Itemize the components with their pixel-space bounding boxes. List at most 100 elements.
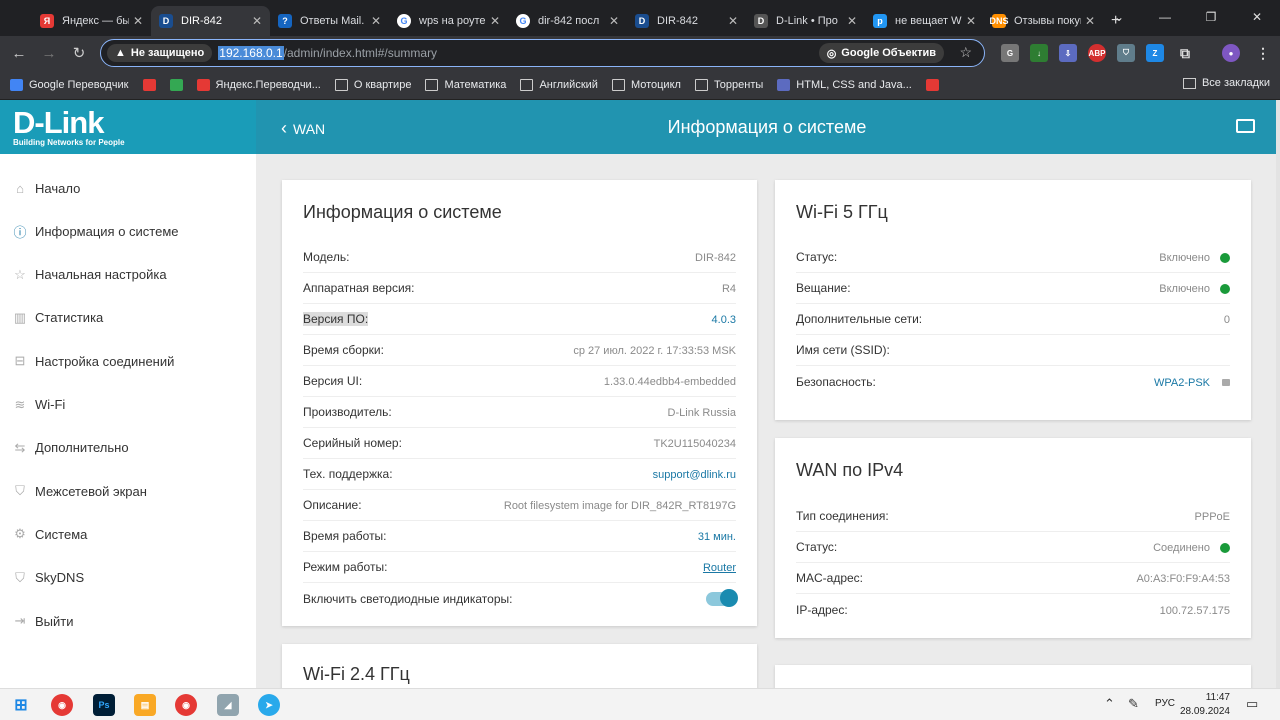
reload-icon[interactable]: ↻ — [64, 44, 94, 62]
led-toggle[interactable] — [706, 588, 738, 607]
sidebar-item[interactable]: ☆ Начальная настройка — [12, 267, 166, 283]
favicon-icon: G — [516, 14, 530, 28]
telegram-icon[interactable]: ➤ — [258, 694, 280, 716]
browser-tab[interactable]: D DIR-842 ✕ — [627, 6, 746, 36]
close-icon[interactable]: ✕ — [1234, 0, 1280, 34]
sidebar-item[interactable]: ▥ Статистика — [12, 310, 103, 326]
security-indicator[interactable]: ▲ Не защищено — [107, 44, 213, 62]
extension-icon[interactable]: Z — [1146, 44, 1164, 62]
bookmark-item[interactable] — [925, 78, 945, 91]
bookmark-item[interactable]: Яндекс.Переводчи... — [196, 78, 321, 91]
browser-tab[interactable]: ? Ответы Mail. ✕ — [270, 6, 389, 36]
row-value[interactable]: Router — [703, 562, 736, 574]
extensions-puzzle-icon[interactable]: ⧉ — [1176, 44, 1194, 62]
clock[interactable]: 11:47 28.09.2024 — [1180, 691, 1230, 719]
notifications-icon[interactable]: ▭ — [1246, 696, 1258, 712]
sidebar-item[interactable]: ⇥ Выйти — [12, 613, 74, 629]
file-explorer-icon[interactable]: ▤ — [134, 694, 156, 716]
row-value[interactable]: 31 мин. — [698, 531, 736, 543]
app-icon[interactable]: ◢ — [217, 694, 239, 716]
page-scrollbar[interactable] — [1276, 100, 1280, 688]
close-tab-icon[interactable]: ✕ — [1085, 14, 1095, 28]
windows-start-icon[interactable]: ⊞ — [10, 694, 32, 716]
row-value: 100.72.57.175 — [1159, 604, 1230, 617]
close-tab-icon[interactable]: ✕ — [847, 14, 857, 28]
download-icon[interactable]: ⇩ — [1059, 44, 1077, 62]
bookmark-item[interactable]: HTML, CSS and Java... — [777, 78, 912, 91]
browser-tab[interactable]: D DIR-842 ✕ — [151, 6, 270, 36]
chevron-down-icon[interactable]: ⌄ — [1096, 0, 1142, 34]
sidebar-item[interactable]: ⊟ Настройка соединений — [12, 353, 175, 369]
folder-icon — [611, 78, 625, 91]
mail-icon[interactable] — [1236, 119, 1255, 133]
close-tab-icon[interactable]: ✕ — [728, 14, 738, 28]
pen-icon[interactable]: ✎ — [1128, 696, 1139, 712]
info-row: MAC-адрес: A0:A3:F0:F9:A4:53 — [796, 563, 1230, 594]
browser-tab[interactable]: DNS Отзывы покуп ✕ — [984, 6, 1103, 36]
back-link[interactable]: ‹ WAN — [281, 118, 325, 139]
close-tab-icon[interactable]: ✕ — [371, 14, 381, 28]
close-tab-icon[interactable]: ✕ — [966, 14, 976, 28]
maximize-icon[interactable]: ❐ — [1188, 0, 1234, 34]
minimize-icon[interactable]: — — [1142, 0, 1188, 34]
bookmark-item[interactable]: Английский — [520, 78, 598, 91]
shield-icon[interactable]: ⛉ — [1117, 44, 1135, 62]
photoshop-icon[interactable]: Ps — [93, 694, 115, 716]
row-label: Серийный номер: — [303, 436, 402, 450]
row-label: Статус: — [796, 250, 838, 264]
sidebar-item-label: Система — [35, 526, 88, 542]
chrome-icon[interactable]: ◉ — [175, 694, 197, 716]
bookmark-star-icon[interactable]: ☆ — [959, 44, 972, 61]
info-row: IP-адрес: 100.72.57.175 — [796, 594, 1230, 625]
sidebar-item[interactable]: ⛉ Межсетевой экран — [12, 483, 147, 499]
sidebar-item[interactable]: ≋ Wi-Fi — [12, 397, 66, 413]
row-value[interactable]: 4.0.3 — [712, 314, 736, 326]
all-bookmarks-button[interactable]: Все закладки — [1182, 77, 1270, 89]
browser-tab[interactable]: Я Яндекс — бы ✕ — [32, 6, 151, 36]
wan-card: WAN по IPv4 Тип соединения: PPPoE Статус: С… — [775, 438, 1251, 638]
extension-icon[interactable]: ↓ — [1030, 44, 1048, 62]
tray-chevron-icon[interactable]: ⌃ — [1104, 696, 1115, 712]
bookmark-item[interactable]: Мотоцикл — [611, 78, 681, 91]
info-row: Время сборки: ср 27 июл. 2022 г. 17:33:53… — [303, 335, 736, 366]
browser-tab[interactable]: p не вещает W ✕ — [865, 6, 984, 36]
back-arrow-icon[interactable]: ← — [4, 45, 34, 62]
close-tab-icon[interactable]: ✕ — [609, 14, 619, 28]
dlink-logo[interactable]: D-Link Building Networks for People — [13, 107, 143, 148]
bookmark-item[interactable] — [169, 78, 189, 91]
bookmark-item[interactable] — [142, 78, 162, 91]
google-lens-button[interactable]: ◎ Google Объектив — [818, 43, 944, 63]
favicon-icon: p — [873, 14, 887, 28]
favicon-icon: ? — [278, 14, 292, 28]
sidebar-item[interactable]: ⚙ Система — [12, 526, 87, 542]
bookmark-item[interactable]: Торренты — [694, 78, 763, 91]
row-value-group: support@dlink.ru — [653, 467, 736, 481]
avatar[interactable]: ● — [1222, 44, 1240, 62]
row-label: Время работы: — [303, 529, 387, 543]
sidebar-item[interactable]: ⛉ SkyDNS — [12, 570, 84, 586]
browser-tab[interactable]: Gwps на роуте ✕ — [389, 6, 508, 36]
row-value-group: Включено — [1159, 250, 1230, 264]
menu-dots-icon[interactable]: ⋮ — [1254, 44, 1272, 62]
forward-arrow-icon[interactable]: → — [34, 45, 64, 62]
bookmark-label: О квартире — [353, 78, 412, 91]
extension-icon[interactable]: G — [1001, 44, 1019, 62]
bookmark-item[interactable]: Математика — [425, 78, 506, 91]
sidebar-item[interactable]: ⌂ Начало — [12, 180, 80, 196]
chrome-icon[interactable]: ◉ — [51, 694, 73, 716]
adblock-icon[interactable]: ABP — [1088, 44, 1106, 62]
close-tab-icon[interactable]: ✕ — [490, 14, 500, 28]
browser-tab[interactable]: Gdir-842 посл ✕ — [508, 6, 627, 36]
row-value[interactable]: support@dlink.ru — [653, 469, 736, 481]
address-bar[interactable]: ▲ Не защищено 192.168.0.1 /admin/index.ht… — [100, 39, 985, 67]
sidebar-item[interactable]: ⇆ Дополнительно — [12, 440, 129, 456]
close-tab-icon[interactable]: ✕ — [252, 14, 262, 28]
close-tab-icon[interactable]: ✕ — [133, 14, 143, 28]
browser-tab[interactable]: D D-Link • Про ✕ — [746, 6, 865, 36]
bookmark-item[interactable]: О квартире — [334, 78, 412, 91]
card — [775, 665, 1251, 688]
language-indicator[interactable]: РУС — [1155, 698, 1175, 709]
row-value[interactable]: WPA2-PSK — [1154, 377, 1210, 389]
bookmark-item[interactable]: Google Переводчик — [10, 78, 129, 91]
sidebar-item[interactable]: ⓘ Информация о системе — [12, 223, 178, 240]
